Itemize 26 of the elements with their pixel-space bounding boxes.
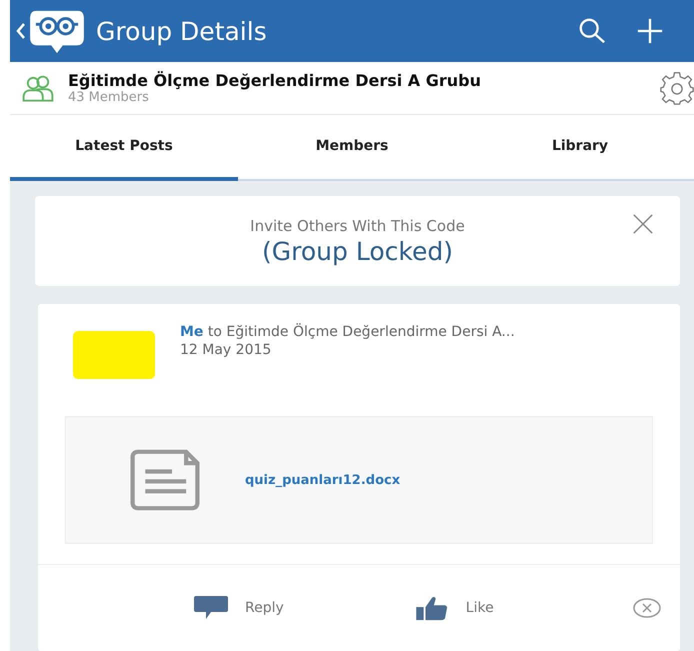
like-button[interactable]: Like: [414, 595, 494, 621]
settings-button[interactable]: [660, 71, 694, 105]
reply-button[interactable]: Reply: [193, 595, 284, 621]
close-button[interactable]: [632, 213, 654, 235]
close-circle-icon: [632, 597, 662, 619]
add-button[interactable]: [636, 17, 664, 45]
post-date: 12 May 2015: [180, 342, 272, 358]
group-name: Eğitimde Ölçme Değerlendirme Dersi A Grubu: [68, 71, 482, 90]
people-icon: [20, 73, 56, 103]
invite-label: Invite Others With This Code: [250, 216, 465, 234]
invite-code: (Group Locked): [262, 236, 453, 266]
thumbs-up-icon: [414, 595, 450, 621]
dismiss-button[interactable]: [632, 597, 662, 619]
plus-icon: [636, 17, 664, 45]
tab[interactable]: Library: [466, 115, 694, 181]
post-recipient: Me to Eğitimde Ölçme Değerlendirme Dersi A...: [180, 324, 515, 340]
search-button[interactable]: [578, 17, 606, 45]
settings-icon: [660, 71, 694, 105]
search-icon: [578, 17, 606, 45]
member-count: 43 Members: [68, 90, 150, 105]
speech-bubble-icon: [193, 595, 229, 621]
back-icon: [16, 22, 26, 40]
header-title: Group Details: [96, 16, 268, 46]
close-icon: [632, 213, 654, 235]
tab[interactable]: Members: [238, 115, 466, 181]
file-link[interactable]: quiz_puanları12.docx: [245, 472, 400, 488]
